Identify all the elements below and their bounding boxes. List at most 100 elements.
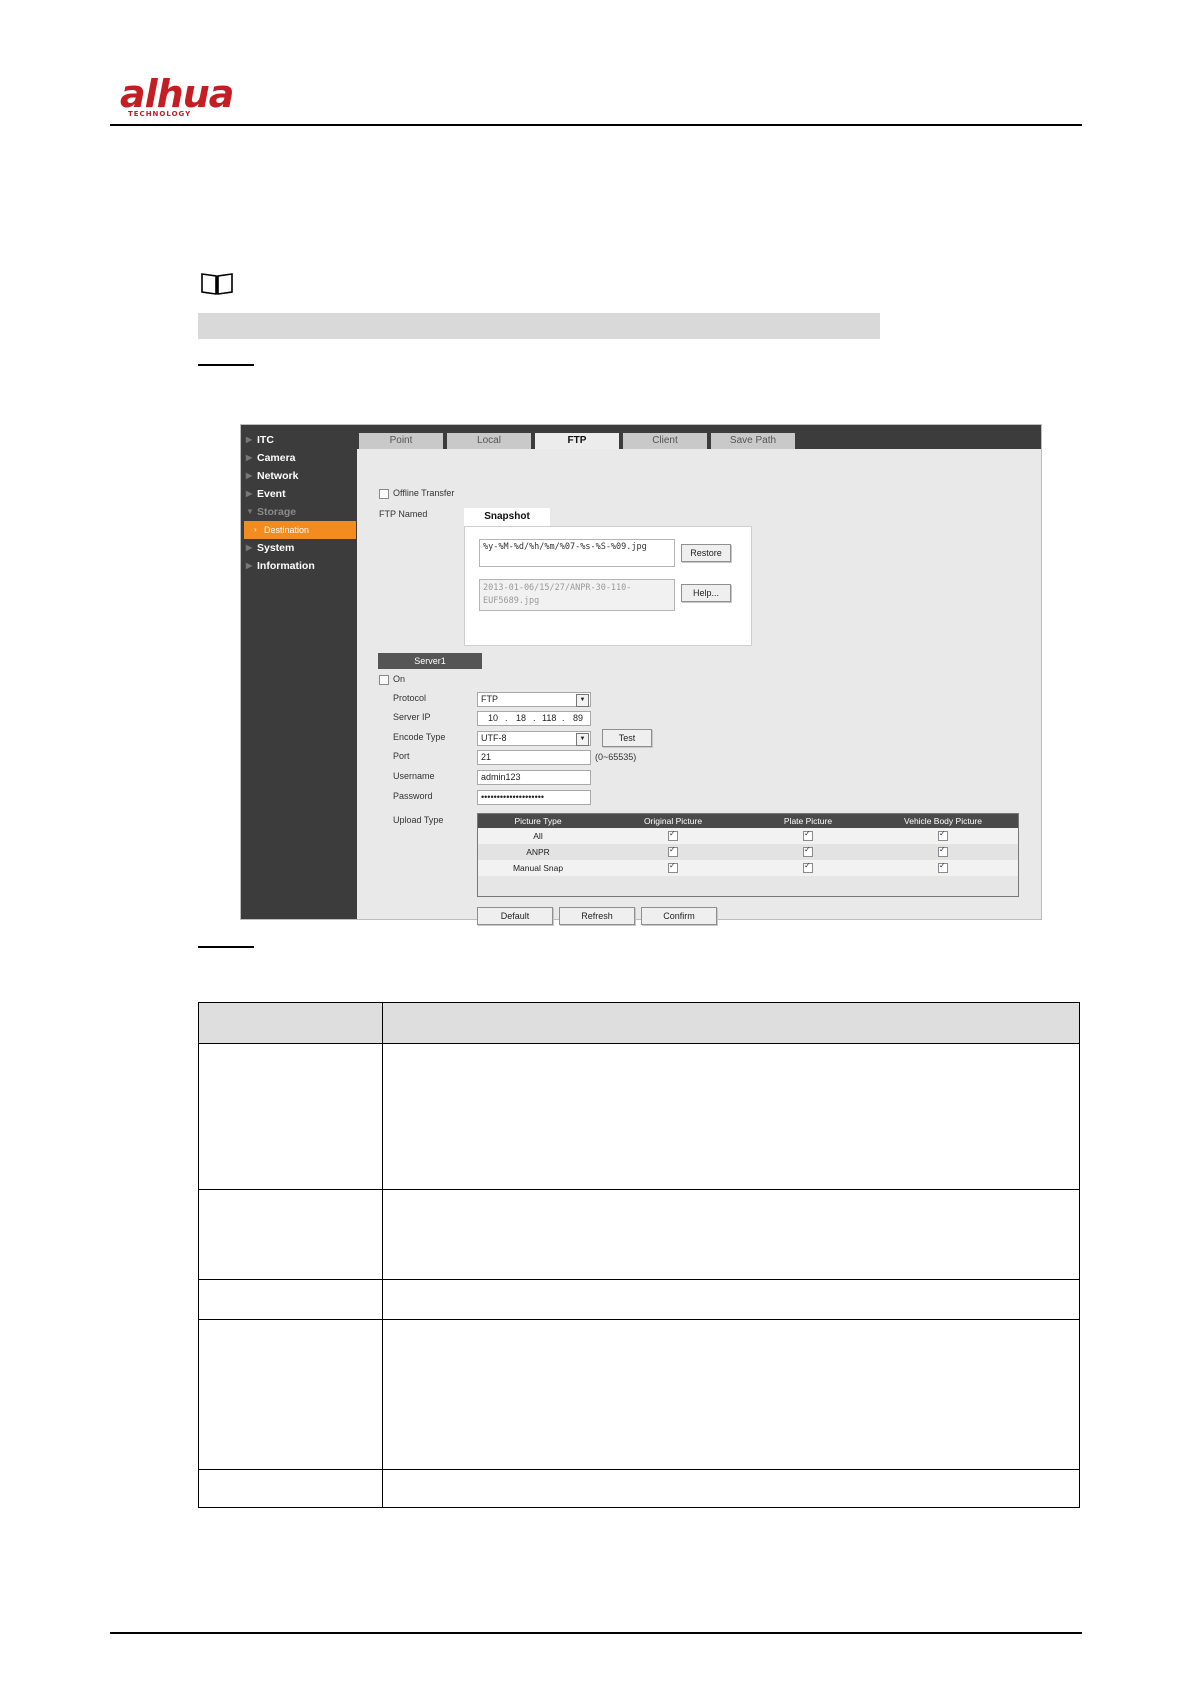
sidebar-item-label: System — [257, 542, 295, 554]
test-button[interactable]: Test — [602, 729, 652, 747]
refresh-button[interactable]: Refresh — [559, 907, 635, 925]
upload-type-label: Upload Type — [393, 815, 444, 825]
encode-type-label: Encode Type — [393, 732, 446, 742]
plate-picture-checkbox[interactable] — [803, 861, 813, 873]
caret-down-icon: ▼ — [246, 507, 254, 516]
vehicle-body-picture-checkbox[interactable] — [938, 845, 948, 857]
sidebar-item-label: Destination — [264, 525, 310, 535]
port-input[interactable]: 21 — [477, 750, 591, 765]
ip-dot: . — [562, 713, 565, 723]
offline-transfer-label: Offline Transfer — [393, 488, 455, 498]
restore-button[interactable]: Restore — [681, 544, 731, 562]
ip-octet: 18 — [516, 713, 527, 723]
tab-snapshot[interactable]: Snapshot — [464, 508, 550, 526]
ip-dot: . — [533, 713, 536, 723]
ip-octet: 89 — [573, 713, 584, 723]
column-header: Plate Picture — [783, 816, 833, 826]
picture-type-cell: ANPR — [526, 847, 550, 857]
caret-right-icon: ▶ — [246, 435, 253, 444]
table-row — [198, 1190, 1080, 1280]
table-row: ANPR — [478, 844, 1018, 860]
ip-octet: 10 — [488, 713, 499, 723]
tab-client[interactable]: Client — [623, 433, 707, 449]
sidebar-item-event[interactable]: ▶ Event — [241, 485, 357, 503]
sidebar-item-destination[interactable]: › Destination — [244, 521, 356, 539]
plate-picture-checkbox[interactable] — [803, 829, 813, 841]
picture-type-cell: All — [533, 831, 543, 841]
table-row: Manual Snap — [478, 860, 1018, 876]
protocol-label: Protocol — [393, 693, 427, 703]
original-picture-checkbox[interactable] — [668, 861, 678, 873]
tab-point[interactable]: Point — [359, 433, 443, 449]
upload-table-header: Picture Type Original Picture Plate Pict… — [478, 814, 1018, 828]
logo-subtext: TECHNOLOGY — [128, 110, 192, 118]
upload-type-table: Picture Type Original Picture Plate Pict… — [477, 813, 1019, 897]
filename-pattern-input[interactable]: %y-%M-%d/%h/%m/%07-%s-%S-%09.jpg — [479, 539, 675, 567]
tab-bar: Point Local FTP Client Save Path — [357, 425, 1041, 449]
vehicle-body-picture-checkbox[interactable] — [938, 829, 948, 841]
port-label: Port — [393, 751, 410, 761]
default-button[interactable]: Default — [477, 907, 553, 925]
username-label: Username — [393, 771, 435, 781]
ip-dot: . — [505, 713, 508, 723]
tab-save-path[interactable]: Save Path — [711, 433, 795, 449]
sidebar-item-network[interactable]: ▶ Network — [241, 467, 357, 485]
caret-right-icon: ▶ — [246, 543, 253, 552]
table-row — [198, 1320, 1080, 1470]
book-icon — [200, 272, 234, 296]
server-on-checkbox[interactable] — [379, 675, 389, 685]
column-header: Picture Type — [514, 816, 562, 826]
footer-divider — [110, 1632, 1082, 1634]
protocol-value: FTP — [481, 694, 498, 704]
original-picture-checkbox[interactable] — [668, 829, 678, 841]
sidebar-item-itc[interactable]: ▶ ITC — [241, 431, 357, 449]
sidebar-item-label: Network — [257, 470, 299, 482]
filename-preview: 2013-01-06/15/27/ANPR-30-110-EUF5689.jpg — [479, 579, 675, 611]
chevron-down-icon: ▼ — [576, 694, 589, 707]
sidebar-item-label: Storage — [257, 506, 297, 518]
confirm-button[interactable]: Confirm — [641, 907, 717, 925]
company-logo: alhua TECHNOLOGY — [120, 72, 255, 122]
sidebar-item-information[interactable]: ▶ Information — [241, 557, 357, 575]
caret-right-icon: ▶ — [246, 453, 253, 462]
plate-picture-checkbox[interactable] — [803, 845, 813, 857]
caret-right-icon: ▶ — [246, 489, 253, 498]
table-row: All — [478, 828, 1018, 844]
caret-right-icon: ▶ — [246, 561, 253, 570]
encode-type-select[interactable]: UTF-8 ▼ — [477, 731, 591, 746]
port-range-hint: (0~65535) — [595, 752, 637, 762]
table-row — [198, 1002, 1080, 1044]
chevron-down-icon: ▼ — [576, 733, 589, 746]
protocol-select[interactable]: FTP ▼ — [477, 692, 591, 707]
step-marker-1 — [198, 364, 254, 366]
sidebar-item-label: Camera — [257, 452, 296, 464]
help-button[interactable]: Help... — [681, 584, 731, 602]
original-picture-checkbox[interactable] — [668, 845, 678, 857]
ftp-content: Offline Transfer FTP Named Snapshot %y-%… — [357, 449, 1041, 925]
ftp-named-label: FTP Named — [379, 509, 428, 519]
username-input[interactable]: admin123 — [477, 770, 591, 785]
column-header: Vehicle Body Picture — [904, 816, 982, 826]
ftp-config-screenshot: ▶ ITC ▶ Camera ▶ Network ▶ Event ▼ Stora… — [240, 424, 1042, 925]
sidebar-item-storage[interactable]: ▼ Storage — [241, 503, 357, 521]
tab-ftp[interactable]: FTP — [535, 433, 619, 449]
password-label: Password — [393, 791, 433, 801]
caret-right-icon: ▶ — [246, 471, 253, 480]
sidebar-item-camera[interactable]: ▶ Camera — [241, 449, 357, 467]
server-ip-input[interactable]: 10 . 18 . 118 . 89 — [477, 711, 591, 726]
tab-local[interactable]: Local — [447, 433, 531, 449]
snapshot-panel: %y-%M-%d/%h/%m/%07-%s-%S-%09.jpg Restore… — [464, 526, 752, 646]
sidebar-nav: ▶ ITC ▶ Camera ▶ Network ▶ Event ▼ Stora… — [241, 425, 357, 919]
sidebar-item-system[interactable]: ▶ System — [241, 539, 357, 557]
ip-octet: 118 — [542, 713, 557, 723]
vehicle-body-picture-checkbox[interactable] — [938, 861, 948, 873]
column-header: Original Picture — [643, 816, 703, 826]
password-input[interactable]: •••••••••••••••••••• — [477, 790, 591, 805]
encode-type-value: UTF-8 — [481, 733, 507, 743]
tab-server1[interactable]: Server1 — [378, 653, 482, 669]
server-on-label: On — [393, 674, 406, 684]
offline-transfer-checkbox[interactable] — [379, 489, 389, 499]
sidebar-item-label: Information — [257, 560, 315, 572]
note-bar — [198, 313, 880, 339]
picture-type-cell: Manual Snap — [512, 863, 564, 873]
